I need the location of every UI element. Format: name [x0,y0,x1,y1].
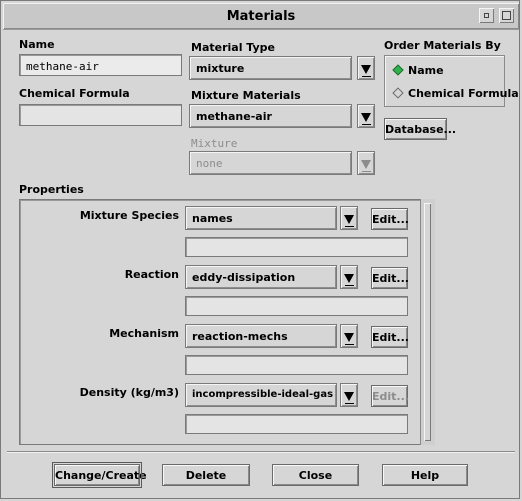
mechanism-detail-field [185,355,408,375]
bottom-separator [7,451,515,453]
chemical-formula-label: Chemical Formula [19,87,130,100]
name-label: Name [19,38,55,51]
change-create-button[interactable]: Change/Create [52,462,147,488]
order-by-label: Order Materials By [384,39,501,52]
mixture-label: Mixture [191,137,238,150]
mixture-species-detail-field [185,237,408,257]
close-button[interactable]: Close [272,464,359,486]
reaction-label: Reaction [124,268,179,281]
mechanism-dropdown-arrow-icon[interactable] [340,324,358,348]
mixture-dropdown: none [189,151,352,175]
title-bar[interactable]: Materials [3,3,519,30]
density-detail-field [185,414,408,434]
database-button[interactable]: Database... [384,118,456,140]
mixture-materials-label: Mixture Materials [191,89,301,102]
chemical-formula-field[interactable] [19,104,182,126]
help-button[interactable]: Help [382,464,468,486]
density-edit-button: Edit... [371,385,409,407]
reaction-detail-field [185,296,408,316]
material-type-label: Material Type [191,41,276,54]
mechanism-label: Mechanism [109,327,179,340]
mixture-species-label: Mixture Species [79,209,179,222]
mixture-materials-dropdown[interactable]: methane-air [189,104,352,128]
density-label: Density (kg/m3) [79,386,179,399]
properties-scrollbar[interactable] [420,199,435,445]
material-type-dropdown[interactable]: mixture [189,56,352,80]
minimize-button[interactable] [479,8,494,23]
order-by-formula-option[interactable]: Chemical Formula [408,87,519,100]
maximize-icon [502,11,511,20]
density-dropdown[interactable]: incompressible-ideal-gas [185,383,337,407]
maximize-button[interactable] [499,8,514,23]
mixture-species-dropdown[interactable]: names [185,206,337,230]
material-type-dropdown-arrow-icon[interactable] [357,56,375,80]
mixture-materials-dropdown-arrow-icon[interactable] [357,104,375,128]
properties-scrollbar-thumb[interactable] [424,203,431,441]
mechanism-dropdown[interactable]: reaction-mechs [185,324,337,348]
density-dropdown-arrow-icon[interactable] [340,383,358,407]
mixture-species-edit-button[interactable]: Edit... [371,208,409,230]
delete-button[interactable]: Delete [162,464,250,486]
properties-panel [19,199,435,445]
reaction-edit-button[interactable]: Edit... [371,267,409,289]
reaction-dropdown-arrow-icon[interactable] [340,265,358,289]
order-by-name-option[interactable]: Name [408,64,444,77]
reaction-dropdown[interactable]: eddy-dissipation [185,265,337,289]
window-title: Materials [226,9,296,24]
mixture-species-dropdown-arrow-icon[interactable] [340,206,358,230]
mechanism-edit-button[interactable]: Edit... [371,326,409,348]
name-field[interactable]: methane-air [19,54,182,76]
mixture-dropdown-arrow-icon [357,151,375,175]
minimize-icon [484,13,489,18]
materials-window: Materials Name methane-air Chemical Form… [0,0,520,499]
properties-label: Properties [19,183,84,196]
